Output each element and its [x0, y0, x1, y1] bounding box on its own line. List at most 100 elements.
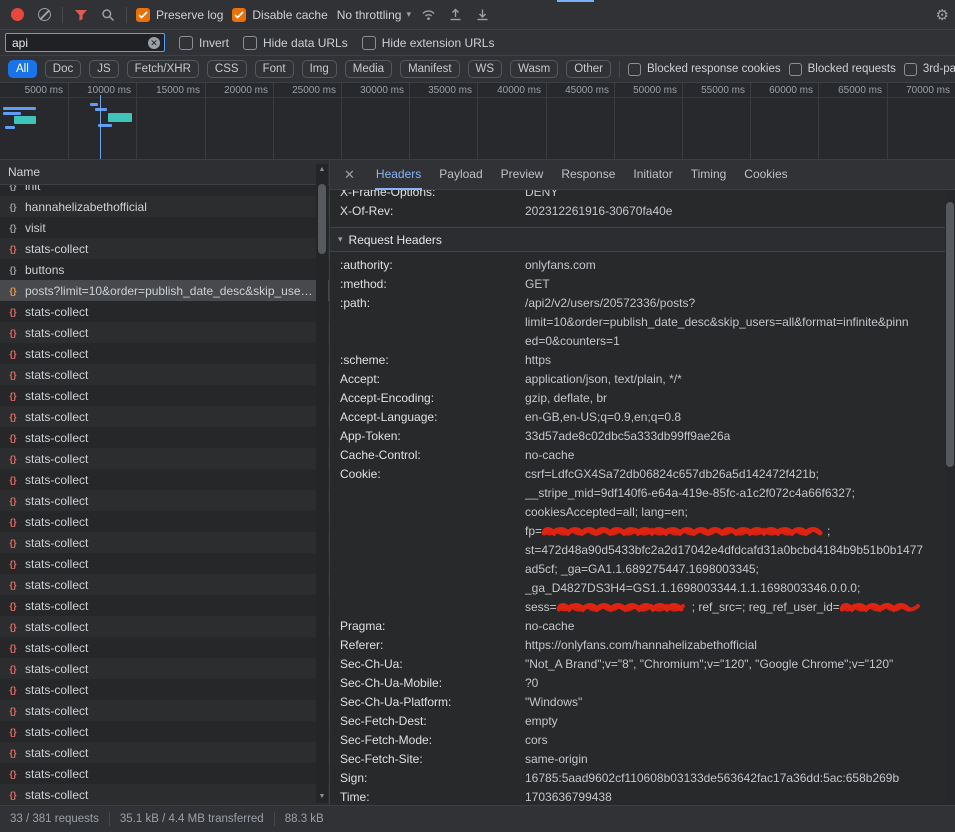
filter-chip-css[interactable]: CSS	[207, 60, 247, 78]
invert-checkbox[interactable]: Invert	[179, 36, 229, 50]
scroll-up-icon[interactable]: ▲	[319, 164, 326, 176]
record-button[interactable]	[8, 6, 26, 24]
close-details-button[interactable]: ✕	[330, 167, 367, 183]
network-conditions-button[interactable]	[420, 6, 438, 24]
tab-response[interactable]: Response	[552, 160, 624, 190]
import-har-button[interactable]	[447, 6, 465, 24]
request-row[interactable]: {}stats-collect	[0, 553, 329, 574]
filter-chip-img[interactable]: Img	[302, 60, 337, 78]
preserve-log-checkbox[interactable]: Preserve log	[136, 8, 223, 22]
request-row[interactable]: {}stats-collect	[0, 595, 329, 616]
requests-count[interactable]: 33 / 381 requests	[10, 813, 99, 825]
filter-chip-js[interactable]: JS	[89, 60, 118, 78]
third-party-requests-checkbox[interactable]: 3rd-party requests	[904, 63, 955, 76]
request-row[interactable]: {}stats-collect	[0, 406, 329, 427]
filter-chip-font[interactable]: Font	[255, 60, 294, 78]
filter-chip-wasm[interactable]: Wasm	[510, 60, 558, 78]
request-row[interactable]: {}stats-collect	[0, 469, 329, 490]
request-row[interactable]: {}init	[0, 185, 329, 196]
request-row[interactable]: {}stats-collect	[0, 763, 329, 784]
details-scrollbar[interactable]	[945, 190, 955, 805]
request-row[interactable]: {}stats-collect	[0, 238, 329, 259]
request-row[interactable]: {}stats-collect	[0, 658, 329, 679]
request-row[interactable]: {}stats-collect	[0, 343, 329, 364]
request-row[interactable]: {}stats-collect	[0, 448, 329, 469]
request-row[interactable]: {}posts?limit=10&order=publish_date_desc…	[0, 280, 329, 301]
name-column-header[interactable]: Name	[0, 160, 329, 185]
request-row[interactable]: {}stats-collect	[0, 427, 329, 448]
request-row[interactable]: {}hannahelizabethofficial	[0, 196, 329, 217]
header-value: onlyfans.com	[525, 256, 945, 275]
scrollbar-thumb[interactable]	[318, 184, 326, 254]
request-row[interactable]: {}stats-collect	[0, 322, 329, 343]
filter-toggle-button[interactable]	[72, 6, 90, 24]
request-row[interactable]: {}stats-collect	[0, 364, 329, 385]
request-row[interactable]: {}stats-collect	[0, 385, 329, 406]
export-har-button[interactable]	[474, 6, 492, 24]
tab-initiator[interactable]: Initiator	[624, 160, 681, 190]
filter-input[interactable]	[5, 33, 165, 52]
request-list: {}init{}hannahelizabethofficial{}visit{}…	[0, 185, 329, 805]
request-row[interactable]: {}visit	[0, 217, 329, 238]
request-name: stats-collect	[25, 494, 329, 508]
hide-extension-urls-label: Hide extension URLs	[382, 36, 495, 50]
clear-filter-icon[interactable]: ✕	[148, 37, 160, 49]
tab-headers[interactable]: Headers	[367, 160, 430, 190]
request-row[interactable]: {}stats-collect	[0, 679, 329, 700]
request-name: stats-collect	[25, 746, 329, 760]
request-row[interactable]: {}stats-collect	[0, 721, 329, 742]
hide-data-urls-checkbox[interactable]: Hide data URLs	[243, 36, 348, 50]
request-row[interactable]: {}buttons	[0, 259, 329, 280]
request-row[interactable]: {}stats-collect	[0, 490, 329, 511]
request-headers-section[interactable]: ▾Request Headers	[330, 227, 945, 252]
request-type-icon: {}	[6, 454, 20, 464]
timeline-overview[interactable]: 5000 ms10000 ms15000 ms20000 ms25000 ms3…	[0, 83, 955, 160]
request-row[interactable]: {}stats-collect	[0, 532, 329, 553]
request-row[interactable]: {}stats-collect	[0, 637, 329, 658]
throttling-select[interactable]: No throttling ▾	[337, 8, 411, 22]
clear-button[interactable]	[35, 6, 53, 24]
filter-chip-media[interactable]: Media	[345, 60, 392, 78]
request-row[interactable]: {}stats-collect	[0, 616, 329, 637]
header-row: :scheme:https	[330, 351, 945, 370]
request-row[interactable]: {}stats-collect	[0, 574, 329, 595]
network-main-area: Name {}init{}hannahelizabethofficial{}vi…	[0, 160, 955, 805]
settings-button[interactable]: ⚙	[936, 6, 949, 24]
blocked-requests-checkbox[interactable]: Blocked requests	[789, 63, 896, 76]
redaction-scribble	[542, 525, 827, 538]
request-row[interactable]: {}stats-collect	[0, 301, 329, 322]
request-row[interactable]: {}stats-collect	[0, 700, 329, 721]
tab-payload[interactable]: Payload	[430, 160, 491, 190]
tab-cookies[interactable]: Cookies	[735, 160, 796, 190]
request-row[interactable]: {}stats-collect	[0, 511, 329, 532]
hide-extension-urls-checkbox[interactable]: Hide extension URLs	[362, 36, 495, 50]
header-name: X-Of-Rev:	[330, 202, 525, 221]
request-list-scrollbar[interactable]: ▲ ▼	[316, 164, 328, 803]
blocked-response-cookies-checkbox[interactable]: Blocked response cookies	[628, 63, 781, 76]
header-value: cors	[525, 731, 945, 750]
request-name: stats-collect	[25, 641, 329, 655]
filter-chip-ws[interactable]: WS	[468, 60, 503, 78]
timeline-tick-label: 30000 ms	[360, 85, 404, 96]
header-row: Accept-Encoding:gzip, deflate, br	[330, 389, 945, 408]
header-row: Sec-Fetch-Dest:empty	[330, 712, 945, 731]
scroll-down-icon[interactable]: ▼	[319, 791, 326, 803]
tab-timing[interactable]: Timing	[682, 160, 736, 190]
request-row[interactable]: {}stats-collect	[0, 742, 329, 763]
header-row: Cache-Control:no-cache	[330, 446, 945, 465]
filter-chip-manifest[interactable]: Manifest	[400, 60, 459, 78]
request-row[interactable]: {}stats-collect	[0, 784, 329, 805]
filter-chip-other[interactable]: Other	[566, 60, 611, 78]
filter-chip-all[interactable]: All	[8, 60, 37, 78]
header-row: :authority:onlyfans.com	[330, 256, 945, 275]
disable-cache-checkbox[interactable]: Disable cache	[232, 8, 327, 22]
scrollbar-thumb[interactable]	[946, 202, 954, 467]
header-name: Sec-Fetch-Site:	[330, 750, 525, 769]
timeline-tick-label: 35000 ms	[428, 85, 472, 96]
search-button[interactable]	[99, 6, 117, 24]
tab-preview[interactable]: Preview	[492, 160, 553, 190]
filter-chip-fetch-xhr[interactable]: Fetch/XHR	[127, 60, 199, 78]
header-row: App-Token:33d57ade8c02dbc5a333db99ff9ae2…	[330, 427, 945, 446]
filter-chip-doc[interactable]: Doc	[45, 60, 81, 78]
detail-tabbar: ✕ HeadersPayloadPreviewResponseInitiator…	[330, 160, 955, 190]
